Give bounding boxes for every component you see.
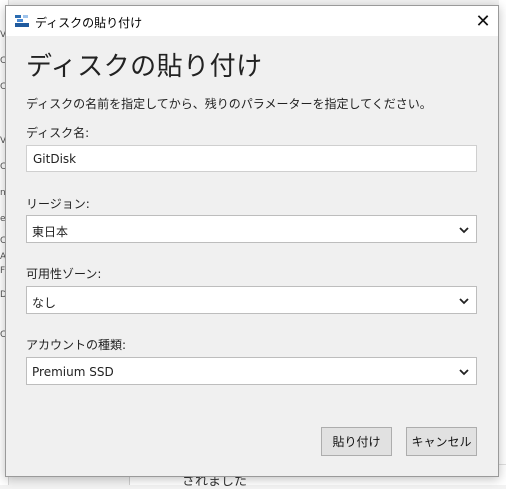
paste-disk-dialog: ディスクの貼り付け ✕ ディスクの貼り付け ディスクの名前を指定してから、残りの… — [5, 5, 499, 477]
region-select[interactable]: 東日本 — [26, 215, 477, 243]
close-button[interactable]: ✕ — [468, 6, 498, 36]
disk-app-icon — [15, 15, 29, 27]
disk-name-label: ディスク名: — [26, 126, 90, 140]
availability-zone-select[interactable]: なし — [26, 286, 477, 314]
availability-zone-label: 可用性ゾーン: — [26, 267, 102, 281]
dialog-heading: ディスクの貼り付け — [26, 52, 263, 82]
chevron-down-icon — [459, 298, 469, 305]
disk-name-input[interactable]: GitDisk — [26, 145, 477, 172]
background-panel-right — [499, 0, 506, 485]
paste-button[interactable]: 貼り付け — [321, 427, 392, 456]
region-selected-value: 東日本 — [32, 225, 69, 239]
account-type-label: アカウントの種類: — [26, 338, 127, 352]
chevron-down-icon — [459, 227, 469, 234]
cancel-button[interactable]: キャンセル — [406, 427, 477, 456]
account-type-select[interactable]: Premium SSD — [26, 357, 477, 385]
dialog-titlebar: ディスクの貼り付け ✕ — [6, 6, 498, 36]
close-icon: ✕ — [475, 10, 491, 32]
account-type-selected-value: Premium SSD — [32, 365, 114, 379]
region-label: リージョン: — [26, 197, 90, 211]
dialog-window-title: ディスクの貼り付け — [35, 16, 143, 30]
availability-zone-selected-value: なし — [32, 296, 57, 310]
chevron-down-icon — [459, 369, 469, 376]
dialog-description: ディスクの名前を指定してから、残りのパラメーターを指定してください。 — [26, 97, 432, 111]
